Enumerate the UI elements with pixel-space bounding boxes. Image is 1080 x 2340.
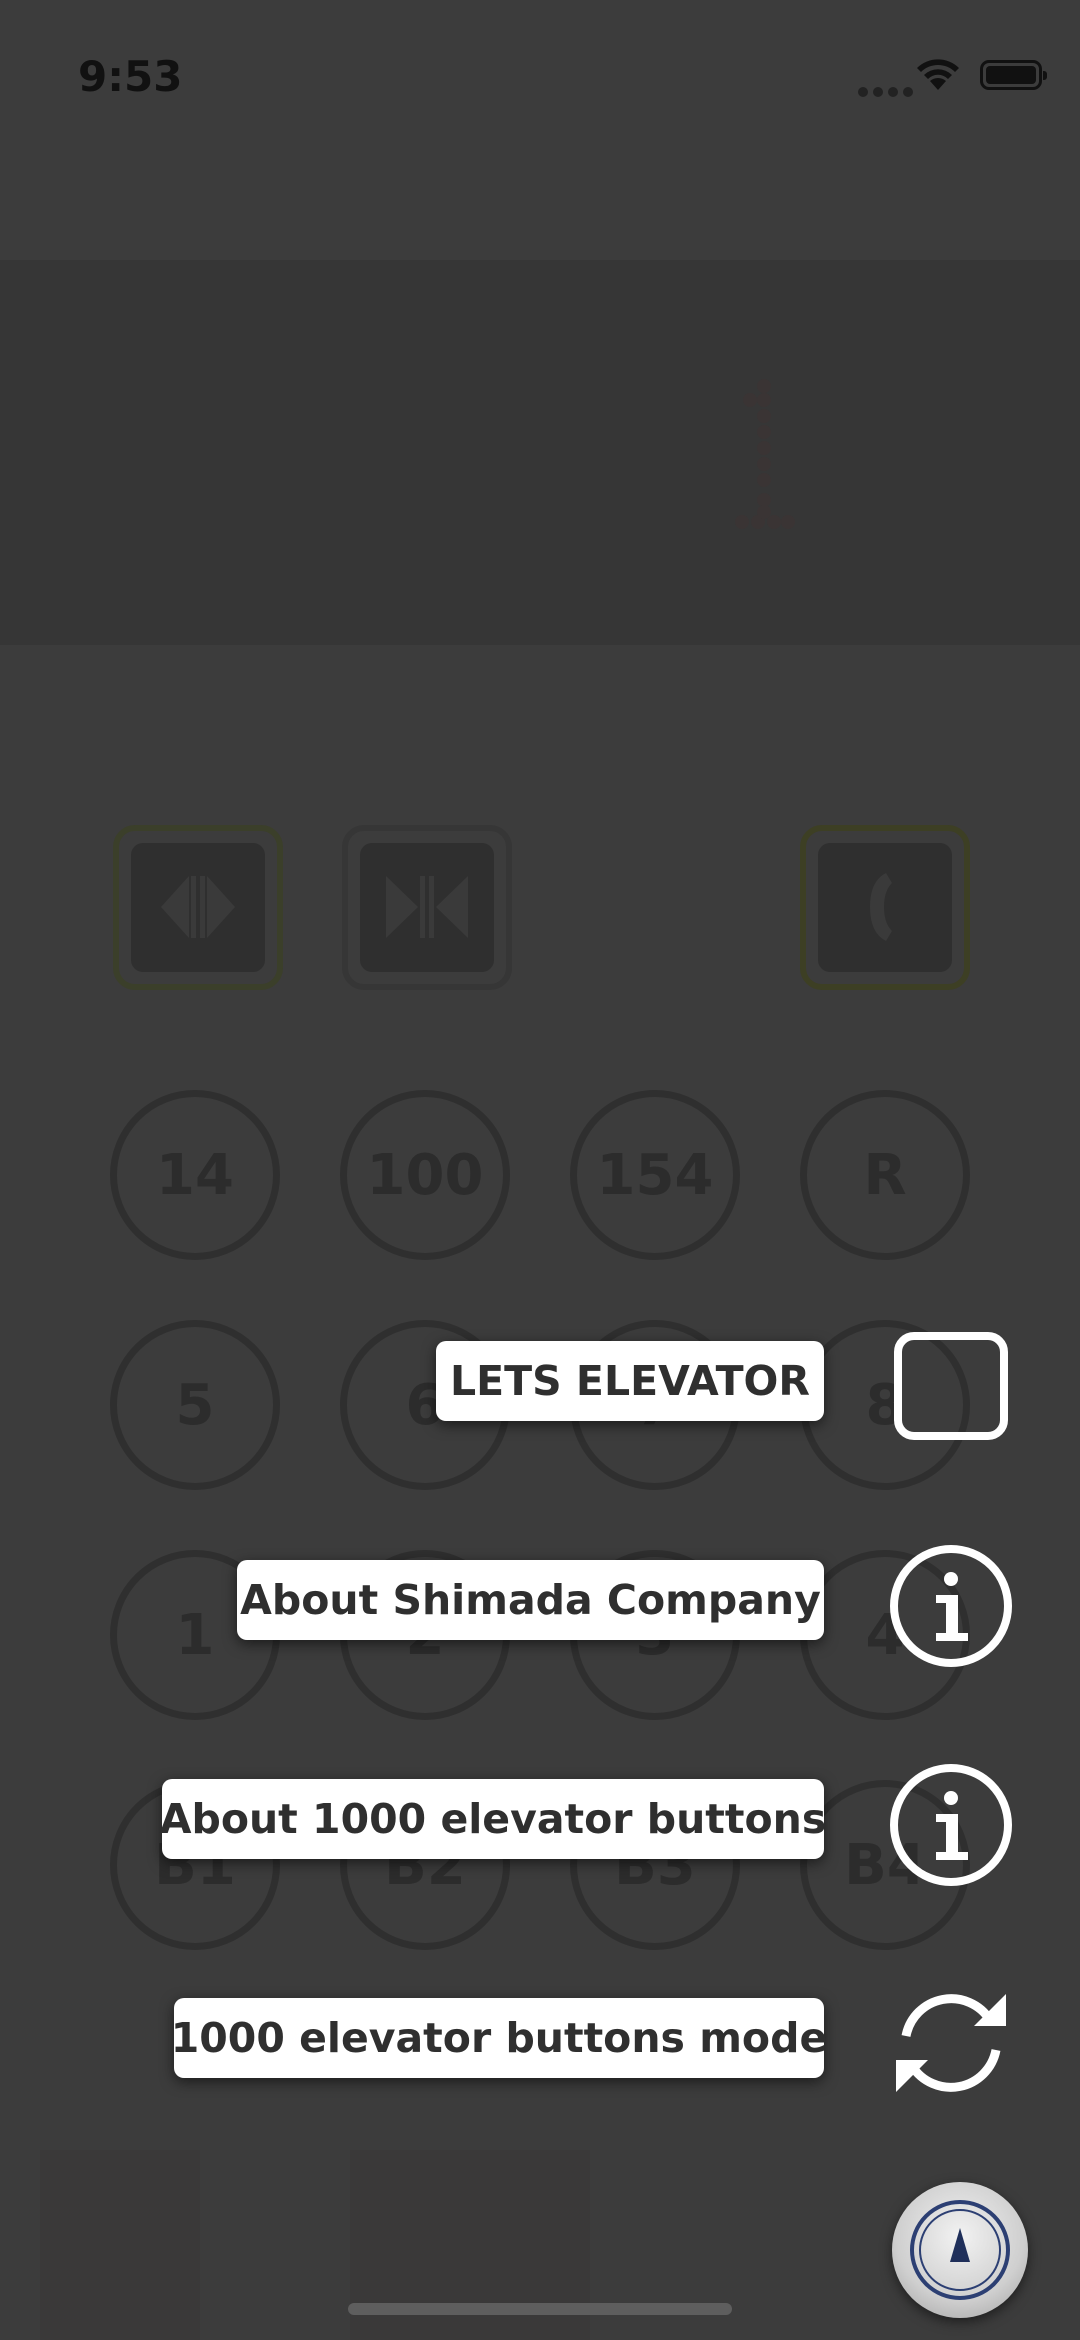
floor-button[interactable]: 154: [570, 1090, 740, 1260]
menu-label-lets-elevator[interactable]: LETS ELEVATOR: [436, 1341, 824, 1421]
phone-icon: [870, 873, 892, 941]
menu-label-about-1000-buttons[interactable]: About 1000 elevator buttons: [160, 1779, 826, 1859]
refresh-icon[interactable]: [878, 1980, 1024, 2106]
menu-label-1000-buttons-mode[interactable]: 1000 elevator buttons mode: [171, 1998, 827, 2078]
door-close-icon: [386, 876, 468, 938]
status-bar: 9:53: [0, 0, 1080, 160]
floor-button[interactable]: 14: [110, 1090, 280, 1260]
floor-button[interactable]: R: [800, 1090, 970, 1260]
floor-button[interactable]: 100: [340, 1090, 510, 1260]
door-close-button[interactable]: [342, 825, 512, 990]
menu-label-about-shimada[interactable]: About Shimada Company: [237, 1560, 824, 1640]
floor-indicator-digit: [735, 379, 795, 529]
clock: 9:53: [78, 52, 183, 101]
speed-dial-button[interactable]: [892, 2182, 1028, 2318]
home-indicator[interactable]: [348, 2303, 732, 2315]
elevator-up-icon: [910, 2200, 1010, 2300]
floor-display: 1: [0, 260, 1080, 645]
cellular-signal-icon: [858, 84, 918, 102]
wifi-icon: [917, 59, 959, 90]
emergency-call-button[interactable]: [800, 825, 970, 990]
bottom-tab-bg: [40, 2150, 200, 2340]
door-open-button[interactable]: [113, 825, 283, 990]
info-icon[interactable]: [888, 1543, 1014, 1669]
square-icon[interactable]: [892, 1330, 1010, 1442]
battery-icon: [980, 60, 1047, 90]
floor-button[interactable]: 5: [110, 1320, 280, 1490]
door-open-icon: [161, 876, 235, 938]
info-icon[interactable]: [888, 1762, 1014, 1888]
